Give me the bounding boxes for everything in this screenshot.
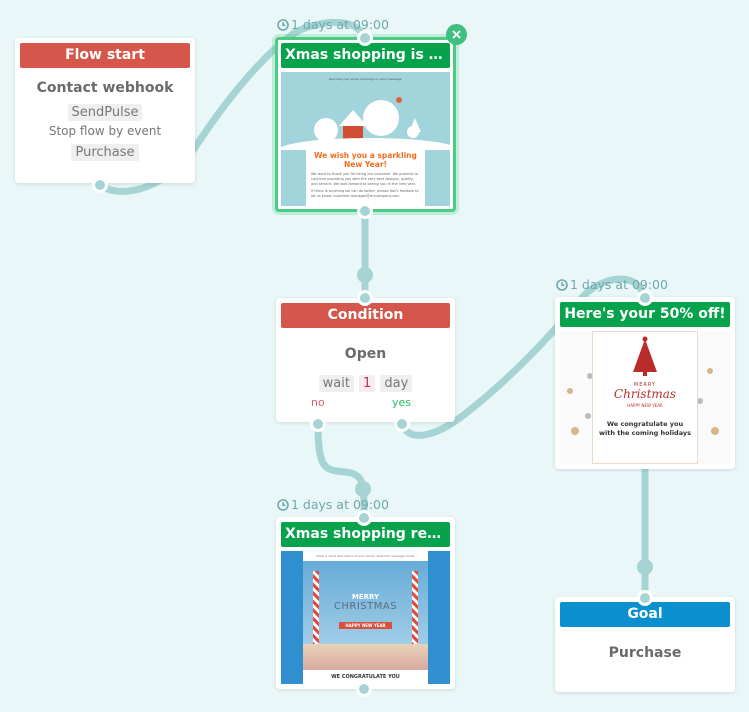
flow-start-node[interactable]: Flow start Contact webhook SendPulse Sto… [15,38,195,183]
delete-node-button[interactable] [446,24,467,45]
email2-preview: MERRY Christmas HAPPY NEW YEAR We congra… [560,331,730,464]
email1-headline: We wish you a sparkling New Year! [314,151,417,169]
stop-flow-label: Stop flow by event [48,124,162,138]
email1-input-port[interactable] [357,30,373,46]
connector-midpoint[interactable] [357,267,373,283]
email1-node[interactable]: Xmas shopping is on! Describe your email… [275,37,456,212]
email1-header: Xmas shopping is on! [281,43,450,68]
clock-icon [556,279,568,291]
flow-start-output-port[interactable] [92,177,108,193]
goal-input-port[interactable] [637,590,653,606]
email1-output-port[interactable] [357,203,373,219]
clock-icon [277,19,289,31]
stop-event-tag: Purchase [71,144,139,161]
connector-midpoint[interactable] [637,559,653,575]
condition-yes-port[interactable] [394,416,410,432]
condition-node[interactable]: Condition Open wait 1 day no yes [276,298,455,422]
condition-event: Open [344,346,387,362]
email1-preview: Describe your email campaign in short me… [281,72,450,206]
condition-no-port[interactable] [310,416,326,432]
christmas-tree-icon [633,336,657,376]
goal-event: Purchase [608,645,682,661]
wait-label: wait [318,375,354,392]
goal-node[interactable]: Goal Purchase [555,597,735,692]
email2-node[interactable]: Here's your 50% off! MERRY Christmas HAP… [555,297,735,469]
wait-unit: day [380,375,413,392]
email3-schedule: 1 days at 09:00 [277,497,389,512]
email3-output-port[interactable] [356,681,372,697]
condition-header: Condition [281,303,450,328]
source-tag: SendPulse [67,104,143,121]
email1-schedule: 1 days at 09:00 [277,17,389,32]
wait-value: 1 [359,375,376,392]
email2-input-port[interactable] [637,290,653,306]
email3-input-port[interactable] [356,510,372,526]
flow-start-header: Flow start [20,43,190,68]
trigger-label: Contact webhook [36,80,174,96]
condition-input-port[interactable] [357,290,373,306]
email3-node[interactable]: Xmas shopping remi... Enter a short desc… [276,517,455,689]
clock-icon [277,499,289,511]
close-icon [452,30,461,39]
connector-midpoint[interactable] [355,481,371,497]
email3-preview: Enter a short description of your email.… [281,551,450,684]
branch-no-label: no [311,396,325,409]
branch-yes-label: yes [392,396,412,409]
email2-schedule: 1 days at 09:00 [556,277,668,292]
